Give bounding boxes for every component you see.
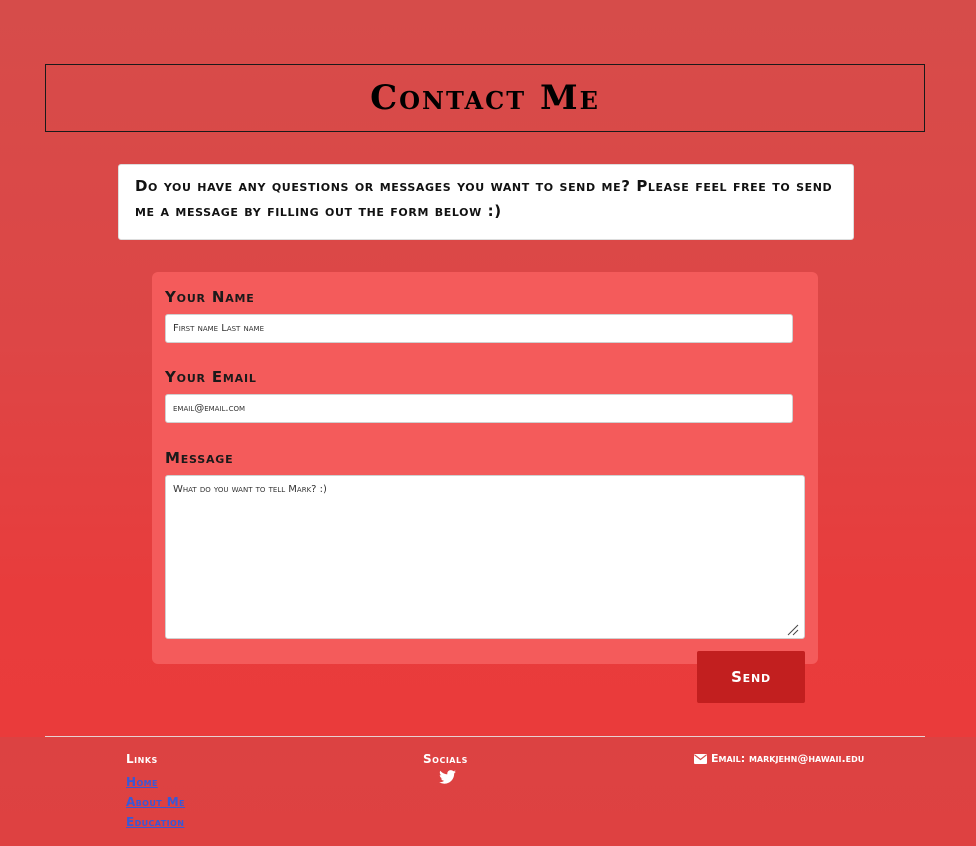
socials-title: Socials	[423, 752, 468, 766]
name-label: Your Name	[165, 288, 255, 306]
email-label: Your Email	[165, 368, 257, 386]
page-title: Contact Me	[370, 78, 600, 118]
contact-form: Your Name Your Email Message	[152, 272, 818, 664]
footer-email: Email: markjehn@hawaii.edu	[694, 752, 864, 765]
page-title-box: Contact Me	[45, 64, 925, 132]
twitter-icon[interactable]	[439, 770, 456, 784]
footer-link-education[interactable]: Education	[126, 815, 184, 829]
footer-link-about[interactable]: About Me	[126, 795, 185, 809]
links-title: Links	[126, 752, 158, 766]
footer-link-home[interactable]: Home	[126, 775, 158, 789]
footer-email-text: Email: markjehn@hawaii.edu	[711, 752, 865, 765]
envelope-icon	[694, 753, 707, 764]
footer: Links Home About Me Education Socials Em…	[0, 737, 976, 846]
resize-grip-icon[interactable]	[787, 624, 799, 636]
intro-text: Do you have any questions or messages yo…	[118, 164, 854, 240]
message-label: Message	[165, 449, 234, 467]
send-button[interactable]: Send	[697, 651, 805, 703]
message-field-wrap	[165, 475, 805, 640]
message-textarea[interactable]	[165, 475, 805, 639]
name-input[interactable]	[165, 314, 793, 343]
email-input[interactable]	[165, 394, 793, 423]
